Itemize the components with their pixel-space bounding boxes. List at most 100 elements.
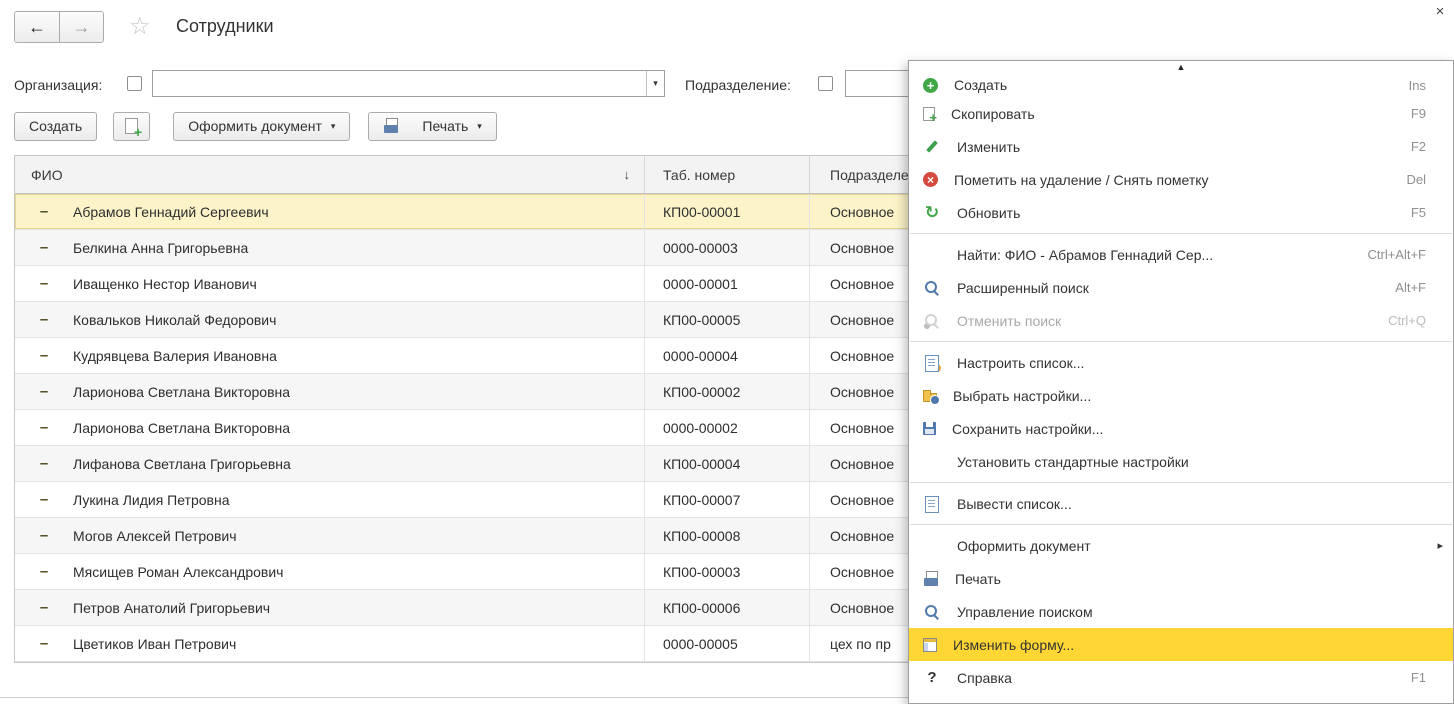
cancel-search-icon [923,311,941,330]
menu-item[interactable]: Настроить список... ▸ [909,346,1453,379]
employee-name: Кудрявцева Валерия Ивановна [73,347,277,364]
employee-number: КП00-00002 [644,374,809,409]
menu-item-icon [923,537,941,555]
column-header-tab-number[interactable]: Таб. номер [644,156,809,193]
save-settings-icon [923,422,936,435]
menu-item[interactable]: Пометить на удаление / Снять пометку Del… [909,163,1453,196]
forward-arrow-icon: → [72,16,91,37]
menu-scroll-up-icon[interactable]: ▲ [909,61,1453,73]
shortcut-label: Ins [1408,77,1426,93]
menu-item[interactable]: Выбрать настройки... ▸ [909,379,1453,412]
list-item-marker-icon: – [39,347,49,364]
nav-buttons: ← → [14,11,104,43]
list-item-marker-icon: – [39,203,49,220]
organization-dropdown-icon[interactable]: ▾ [646,71,664,96]
print-menu-button[interactable]: Печать ▾ [368,111,497,141]
shortcut-label: F5 [1410,205,1426,220]
shortcut-label: Alt+F [1395,280,1426,295]
employee-name: Ковальков Николай Федорович [73,311,277,328]
department-checkbox[interactable] [818,76,833,91]
employee-name: Ларионова Светлана Викторовна [73,419,291,436]
list-item-marker-icon: – [39,527,49,544]
menu-item[interactable]: Скопировать F9 ▸ [909,97,1453,130]
menu-item[interactable]: Печать ▸ [909,562,1453,595]
printer-icon [383,118,399,134]
shortcut-label: Ctrl+Alt+F [1367,247,1426,262]
menu-item[interactable]: Создать Ins ▸ [909,73,1453,97]
menu-item[interactable]: Найти: ФИО - Абрамов Геннадий Сер... Ctr… [909,238,1453,271]
list-item-marker-icon: – [39,383,49,400]
employee-number: КП00-00008 [644,518,809,553]
back-button[interactable]: ← [15,12,59,42]
list-toolbar: Создать Оформить документ ▾ Печать ▾ [14,111,497,141]
employee-name: Лифанова Светлана Григорьевна [73,455,291,472]
chevron-down-icon: ▾ [330,120,336,131]
organization-input[interactable] [153,71,664,96]
employee-number: КП00-00001 [644,194,809,229]
organization-combo: ▾ [152,70,665,97]
department-label: Подразделение: [685,77,791,93]
employee-name: Белкина Анна Григорьевна [73,239,249,256]
employee-number: КП00-00005 [644,302,809,337]
employee-name: Мясищев Роман Александрович [73,563,284,580]
output-list-icon [923,495,941,513]
menu-items: Создать Ins ▸ Скопировать F9 ▸ Изменить … [909,73,1453,694]
close-icon[interactable]: × [1431,3,1449,21]
copy-icon [923,106,937,124]
list-item-marker-icon: – [39,491,49,508]
menu-item-icon [923,246,941,264]
menu-item[interactable]: Справка F1 ▸ [909,661,1453,694]
shortcut-label: Del [1406,172,1426,187]
create-icon [923,77,938,93]
employee-name: Петров Анатолий Григорьевич [73,599,271,616]
choose-settings-icon [923,389,940,405]
page-title: Сотрудники [176,16,274,36]
employee-name: Лукина Лидия Петровна [73,491,230,508]
employee-name: Ларионова Светлана Викторовна [73,383,291,400]
employee-name: Абрамов Геннадий Сергеевич [73,203,269,220]
employee-number: КП00-00003 [644,554,809,589]
menu-separator [910,524,1452,525]
menu-item[interactable]: Установить стандартные настройки ▸ [909,445,1453,478]
list-item-marker-icon: – [39,599,49,616]
back-arrow-icon: ← [28,16,46,37]
forward-button[interactable]: → [59,12,103,42]
column-header-fio[interactable]: ФИО ↓ [15,156,644,193]
employee-name: Иващенко Нестор Иванович [73,275,257,292]
list-item-marker-icon: – [39,455,49,472]
context-menu: ▲ Создать Ins ▸ Скопировать F9 ▸ Изменит… [908,60,1454,704]
menu-item[interactable]: Изменить форму... ▸ [909,628,1453,661]
menu-item[interactable]: Изменить F2 ▸ [909,130,1453,163]
menu-separator [910,482,1452,483]
menu-item[interactable]: Сохранить настройки... ▸ [909,412,1453,445]
sort-descending-icon: ↓ [623,167,631,182]
create-button[interactable]: Создать [14,111,98,141]
employee-number: 0000-00001 [644,266,809,301]
menu-item[interactable]: Расширенный поиск Alt+F ▸ [909,271,1453,304]
menu-item[interactable]: Отменить поиск Ctrl+Q ▸ [909,304,1453,337]
employee-number: 0000-00004 [644,338,809,373]
employee-number: КП00-00004 [644,446,809,481]
favorite-star-icon[interactable]: ☆ [129,12,151,41]
list-item-marker-icon: – [39,275,49,292]
create-group-button[interactable] [113,111,151,141]
shortcut-label: F9 [1410,106,1426,121]
shortcut-label: F1 [1410,670,1426,685]
employee-number: 0000-00002 [644,410,809,445]
search-manage-icon [923,603,941,621]
organization-label: Организация: [14,77,103,93]
organization-checkbox[interactable] [127,76,142,91]
list-item-marker-icon: – [39,311,49,328]
search-icon [923,279,941,297]
menu-separator [910,341,1452,342]
shortcut-label: F2 [1410,139,1426,154]
delete-icon [923,172,938,187]
menu-item[interactable]: Оформить документ ▸ [909,529,1453,562]
new-group-icon [125,118,142,139]
menu-item[interactable]: Обновить F5 ▸ [909,196,1453,229]
edit-icon [923,138,941,156]
menu-item[interactable]: Управление поиском ▸ [909,595,1453,628]
shortcut-label: Ctrl+Q [1388,313,1426,328]
menu-item[interactable]: Вывести список... ▸ [909,487,1453,520]
document-menu-button[interactable]: Оформить документ ▾ [173,111,351,141]
